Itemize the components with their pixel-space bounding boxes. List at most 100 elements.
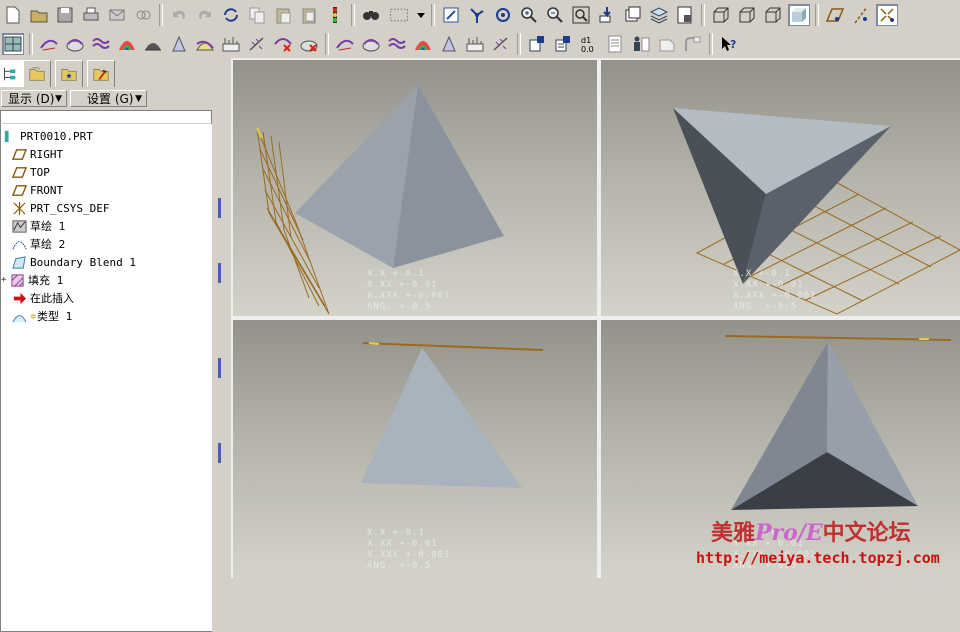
wireframe-icon[interactable]	[710, 4, 732, 26]
redo-icon[interactable]	[194, 4, 216, 26]
model-tree-panel: 显示 (D) ▼ 设置 (G) ▼ PRT0010.PRT RIGHT TOP FR…	[0, 58, 218, 632]
relations-icon[interactable]	[604, 33, 626, 55]
tolerance-line: X.X +-0.1	[733, 269, 791, 279]
svg-text:?: ?	[730, 38, 736, 51]
tree-item-fill[interactable]: + 填充 1	[1, 271, 63, 289]
refit-icon[interactable]	[570, 4, 592, 26]
tree-item-label: RIGHT	[30, 147, 64, 161]
draft2-icon[interactable]	[412, 33, 434, 55]
delete-analysis-icon[interactable]	[272, 33, 294, 55]
offset2-icon[interactable]	[438, 33, 460, 55]
settings-menu-button[interactable]: 设置 (G) ▼	[70, 90, 147, 107]
layers-icon[interactable]	[648, 4, 670, 26]
whats-this-icon[interactable]: ?	[718, 33, 740, 55]
shade-analysis-icon[interactable]	[116, 33, 138, 55]
viewport-top-right[interactable]: X.X +-0.1 X.XX +-0.01 X.XXX +-0.001 ANG.…	[601, 60, 960, 316]
tolerance-line: X.XX +-0.01	[367, 280, 438, 290]
hidden-line-icon[interactable]	[736, 4, 758, 26]
new-icon[interactable]	[2, 4, 24, 26]
tree-item-insert-here[interactable]: 在此插入	[11, 289, 74, 307]
tab-favorites[interactable]	[55, 60, 83, 87]
dim-icon[interactable]: d1 0.0	[578, 33, 600, 55]
settings-menu-label: 设置 (G)	[87, 92, 134, 106]
tree-item-top[interactable]: TOP	[11, 163, 50, 181]
reorient-icon[interactable]	[596, 4, 618, 26]
tree-item-sketch-1[interactable]: 草绘 1	[11, 217, 65, 235]
tree-item-csys[interactable]: PRT_CSYS_DEF	[11, 199, 109, 217]
datum-planes-icon[interactable]	[824, 4, 846, 26]
slope-icon[interactable]	[168, 33, 190, 55]
expand-icon[interactable]: +	[1, 275, 9, 285]
reflection-icon[interactable]	[90, 33, 112, 55]
family-table-icon[interactable]	[630, 33, 652, 55]
copy-icon[interactable]	[246, 4, 268, 26]
sketch-ref-icon[interactable]	[552, 33, 574, 55]
datum-points-icon[interactable]	[876, 3, 898, 26]
shade2-icon[interactable]	[386, 33, 408, 55]
dual-view-icon[interactable]	[2, 32, 24, 55]
deviation-icon[interactable]	[246, 33, 268, 55]
orient-icon[interactable]	[492, 4, 514, 26]
deviation3-icon[interactable]	[490, 33, 512, 55]
send-link-icon[interactable]	[132, 4, 154, 26]
tree-item-boundary-blend[interactable]: Boundary Blend 1	[11, 253, 136, 271]
tab-folder-browser[interactable]	[23, 60, 51, 87]
reflection2-icon[interactable]	[360, 33, 382, 55]
program-icon[interactable]	[656, 33, 678, 55]
tree-item-sketch-2[interactable]: 草绘 2	[11, 235, 65, 253]
tree-item-label: 类型 1	[37, 310, 73, 323]
paste-icon[interactable]	[272, 4, 294, 26]
no-hidden-icon[interactable]	[762, 4, 784, 26]
datum-axes-icon[interactable]	[850, 4, 872, 26]
sketch-orient-icon[interactable]	[526, 33, 548, 55]
analysis-toolbar: d1 0.0 ?	[0, 29, 960, 59]
display-menu-button[interactable]: 显示 (D) ▼	[1, 90, 67, 107]
watermark-title-a: 美雅	[711, 520, 756, 546]
spin-center-icon[interactable]	[466, 4, 488, 26]
zoom-out-icon[interactable]	[544, 4, 566, 26]
offset-icon[interactable]	[194, 33, 216, 55]
curvature-icon[interactable]	[38, 33, 60, 55]
send-mail-icon[interactable]	[106, 4, 128, 26]
tab-model-tree[interactable]	[0, 60, 24, 87]
feature-info-icon[interactable]	[682, 33, 704, 55]
tree-item-front[interactable]: FRONT	[11, 181, 63, 199]
draft-icon[interactable]	[142, 33, 164, 55]
paste-special-icon[interactable]	[298, 4, 320, 26]
tolerance-line: ANG. +-0.5	[367, 302, 432, 312]
tree-menus: 显示 (D) ▼ 设置 (G) ▼	[0, 89, 218, 109]
undo-icon[interactable]	[168, 4, 190, 26]
graphics-area[interactable]: X.X +-0.1 X.XX +-0.01 X.XXX +-0.001 ANG.…	[231, 58, 960, 578]
repaint-icon[interactable]	[440, 4, 462, 26]
view-manager-icon[interactable]	[674, 4, 696, 26]
save-icon[interactable]	[54, 4, 76, 26]
curvature2-icon[interactable]	[298, 33, 320, 55]
select-box-icon[interactable]	[386, 4, 412, 26]
viewport-bottom-left[interactable]: X.X +-0.1 X.XX +-0.01 X.XXX +-0.001 ANG.…	[233, 320, 597, 578]
model-player-icon[interactable]	[324, 4, 346, 26]
saved-views-icon[interactable]	[622, 4, 644, 26]
tree-item-type[interactable]: ✲ 类型 1	[11, 307, 72, 325]
select-dropdown-icon[interactable]	[416, 4, 426, 26]
part-icon	[1, 128, 17, 144]
regenerate-icon[interactable]	[220, 4, 242, 26]
tree-item-label: TOP	[30, 165, 50, 179]
panel-splitter[interactable]	[213, 58, 231, 578]
tree-item-part[interactable]: PRT0010.PRT	[1, 127, 93, 145]
print-icon[interactable]	[80, 4, 102, 26]
tolerance-line: X.XXX +-0.001	[367, 550, 451, 560]
tab-connections[interactable]	[87, 60, 115, 87]
tree-column-header	[0, 110, 212, 124]
find-icon[interactable]	[360, 4, 382, 26]
pyramid-shape	[295, 85, 504, 268]
open-icon[interactable]	[28, 4, 50, 26]
zoom-in-icon[interactable]	[518, 4, 540, 26]
section-icon[interactable]	[64, 33, 86, 55]
deviation2-icon[interactable]	[464, 33, 486, 55]
viewport-top-left[interactable]: X.X +-0.1 X.XX +-0.01 X.XXX +-0.001 ANG.…	[233, 60, 597, 316]
section2-icon[interactable]	[334, 33, 356, 55]
tree-item-right[interactable]: RIGHT	[11, 145, 63, 163]
dihedral-icon[interactable]	[220, 33, 242, 55]
shading-icon[interactable]	[788, 3, 810, 26]
splitter-grip	[218, 198, 221, 218]
